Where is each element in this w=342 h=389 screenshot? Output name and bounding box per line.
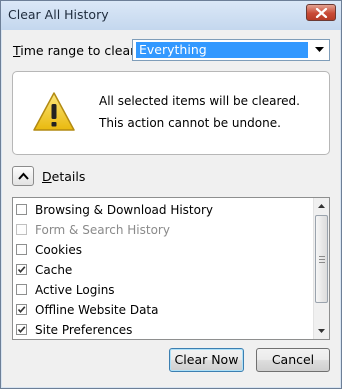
list-item-label: Browsing & Download History xyxy=(35,203,214,217)
checkbox-cache[interactable] xyxy=(16,264,27,275)
scroll-up-button[interactable] xyxy=(314,198,329,214)
list-item-label: Cookies xyxy=(35,243,82,257)
details-label: Details xyxy=(42,169,85,184)
warning-text-line2: This action cannot be undone. xyxy=(99,116,281,130)
title-bar[interactable]: Clear All History xyxy=(1,1,341,30)
list-item-cache[interactable]: Cache xyxy=(16,262,312,280)
list-item-label: Site Preferences xyxy=(35,323,133,337)
list-item-site-preferences[interactable]: Site Preferences xyxy=(16,322,312,339)
warning-icon xyxy=(33,92,75,131)
list-item-offline-website-data[interactable]: Offline Website Data xyxy=(16,302,312,320)
scrollbar-thumb[interactable] xyxy=(315,215,328,303)
details-toggle-button[interactable] xyxy=(12,166,34,186)
scroll-up-arrow-icon xyxy=(318,204,325,208)
time-range-selected-value: Everything xyxy=(136,42,308,58)
chevron-down-icon xyxy=(314,47,324,52)
time-range-select[interactable]: Everything xyxy=(132,39,330,61)
grip-icon xyxy=(319,256,325,265)
list-item-label: Active Logins xyxy=(35,283,115,297)
cancel-button[interactable]: Cancel xyxy=(256,348,330,372)
scroll-down-button[interactable] xyxy=(314,323,329,339)
list-item-label: Cache xyxy=(35,263,73,277)
time-range-label: Time range to clear: xyxy=(13,43,139,58)
list-scrollbar[interactable] xyxy=(313,198,329,339)
list-item-active-logins[interactable]: Active Logins xyxy=(16,282,312,300)
window-title: Clear All History xyxy=(8,7,109,22)
checkbox-browsing-history[interactable] xyxy=(16,204,27,215)
checkmark-icon xyxy=(17,306,26,314)
details-label-text: etails xyxy=(51,169,86,184)
list-item-form-search-history[interactable]: Form & Search History xyxy=(16,222,312,240)
dropdown-arrow-button[interactable] xyxy=(310,41,328,59)
checkbox-site-preferences[interactable] xyxy=(16,324,27,335)
history-items-list[interactable]: Browsing & Download History Form & Searc… xyxy=(12,197,330,340)
checkbox-offline-website-data[interactable] xyxy=(16,304,27,315)
chevron-up-icon xyxy=(17,172,29,180)
checkmark-icon xyxy=(17,326,26,334)
close-icon xyxy=(315,8,328,18)
checkbox-active-logins[interactable] xyxy=(16,284,27,295)
list-item-cookies[interactable]: Cookies xyxy=(16,242,312,260)
list-item-browsing-history[interactable]: Browsing & Download History xyxy=(16,202,312,220)
clear-history-dialog: Clear All History Time range to clear: E… xyxy=(0,0,342,389)
list-item-label: Form & Search History xyxy=(35,223,170,237)
clear-now-button[interactable]: Clear Now xyxy=(169,348,244,372)
close-button[interactable] xyxy=(306,4,336,21)
checkmark-icon xyxy=(17,266,26,274)
warning-panel: All selected items will be cleared. This… xyxy=(12,71,330,155)
warning-text-line1: All selected items will be cleared. xyxy=(99,94,300,108)
time-range-label-text: ime range to clear: xyxy=(20,43,140,58)
details-accesskey: D xyxy=(42,169,52,184)
checkbox-cookies[interactable] xyxy=(16,244,27,255)
scroll-down-arrow-icon xyxy=(318,329,325,333)
checkbox-form-search-history[interactable] xyxy=(16,224,27,235)
list-item-label: Offline Website Data xyxy=(35,303,159,317)
